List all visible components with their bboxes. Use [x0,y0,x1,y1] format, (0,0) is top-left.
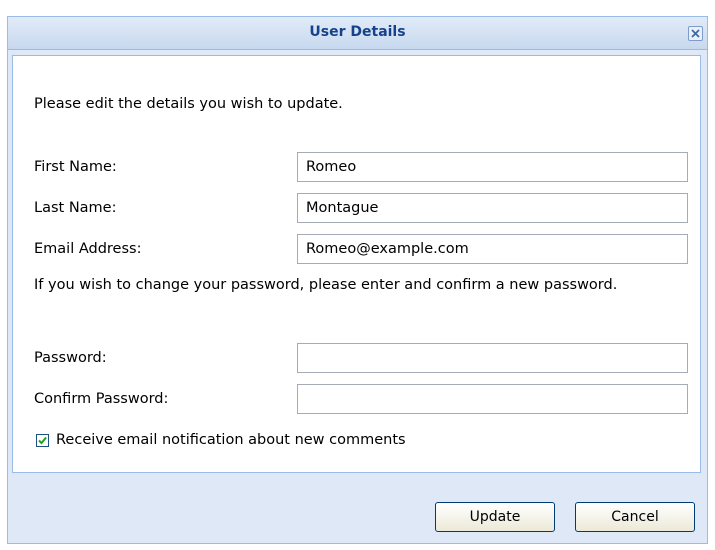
notify-checkbox[interactable] [36,434,49,447]
password-instructions: If you wish to change your password, ple… [34,277,618,293]
dialog-title: User Details [309,24,406,40]
first-name-label: First Name: [34,159,117,175]
dialog-footer: Update Cancel [8,475,707,543]
email-label: Email Address: [34,241,142,257]
intro-text: Please edit the details you wish to upda… [34,96,343,112]
first-name-field[interactable] [297,152,688,182]
confirm-password-field[interactable] [297,384,688,414]
password-field[interactable] [297,343,688,373]
close-icon [691,29,700,38]
last-name-field[interactable] [297,193,688,223]
checkmark-icon [38,436,47,445]
last-name-label: Last Name: [34,200,117,216]
email-field[interactable] [297,234,688,264]
dialog-body: Please edit the details you wish to upda… [12,55,701,473]
password-label: Password: [34,350,107,366]
user-details-dialog: User Details Please edit the details you… [7,16,708,544]
cancel-button[interactable]: Cancel [575,502,695,532]
notify-label[interactable]: Receive email notification about new com… [56,432,406,448]
close-button[interactable] [688,26,703,41]
confirm-password-label: Confirm Password: [34,391,169,407]
dialog-titlebar[interactable]: User Details [8,17,707,50]
update-button[interactable]: Update [435,502,555,532]
